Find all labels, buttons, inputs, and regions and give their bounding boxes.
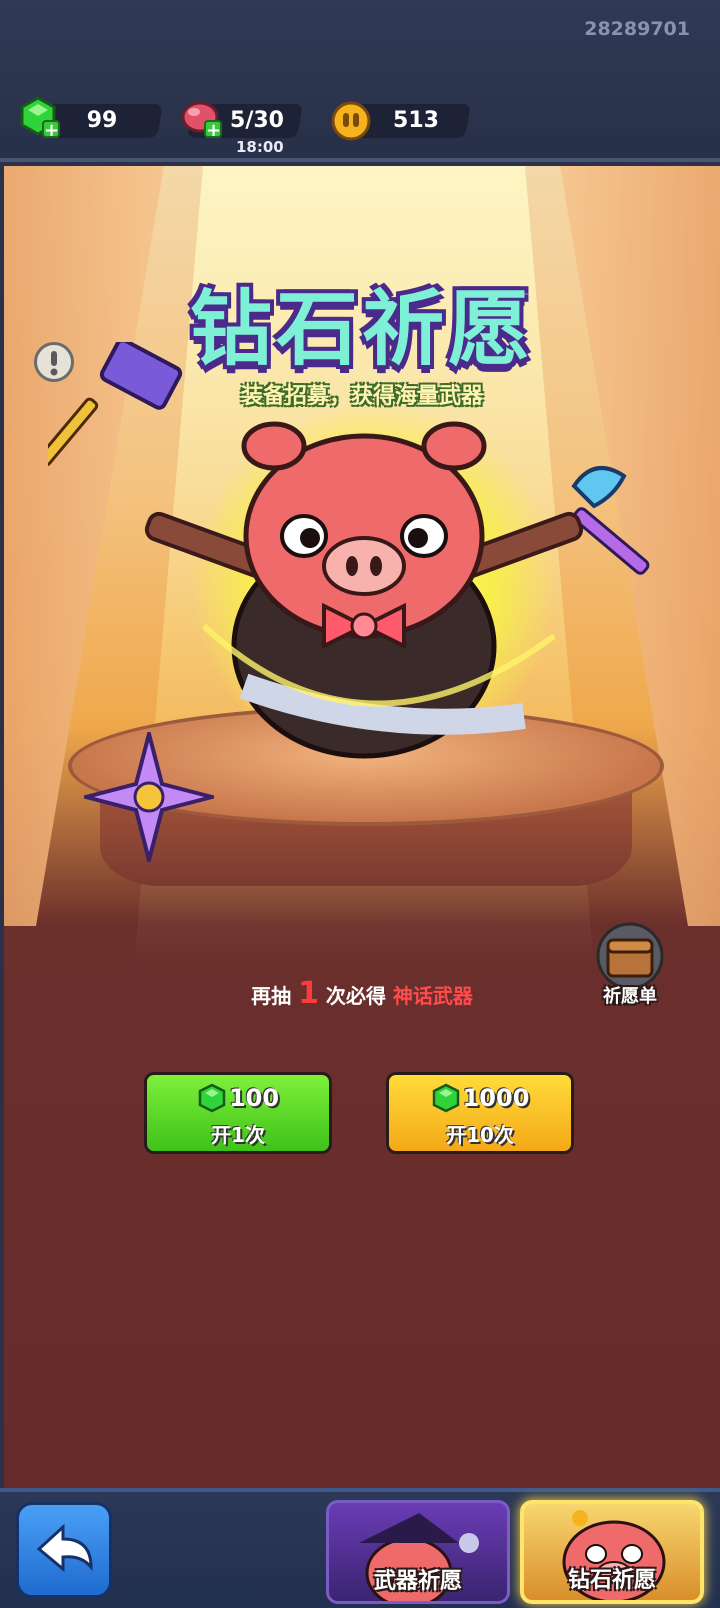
top-bar: 28289701 + 99 + 5/30 18:00 513 bbox=[0, 0, 720, 162]
draw-1-label: 开1次 bbox=[211, 1123, 265, 1147]
pity-prefix: 再抽 bbox=[251, 984, 292, 1008]
add-gems-icon[interactable]: + bbox=[42, 120, 60, 140]
pity-hint: 再抽 1 次必得 神话武器 bbox=[4, 976, 720, 1011]
tab-diamond-wish-label: 钻石祈愿 bbox=[567, 1568, 656, 1593]
draw-1-button[interactable]: 100 开1次 bbox=[144, 1072, 332, 1154]
coin-count: 513 bbox=[393, 108, 439, 133]
tab-weapon-wish[interactable]: 武器祈愿 bbox=[326, 1500, 510, 1604]
banner-subtitle: 装备招募，获得海量武器 bbox=[240, 384, 483, 409]
tab-diamond-wish[interactable]: 钻石祈愿 bbox=[520, 1500, 704, 1604]
draw-10-label: 开10次 bbox=[446, 1123, 514, 1147]
banner-title: 钻石祈愿 bbox=[189, 282, 534, 377]
bottom-nav: 武器祈愿 钻石祈愿 bbox=[0, 1488, 720, 1608]
back-button[interactable] bbox=[16, 1502, 112, 1598]
gold-coin-icon[interactable] bbox=[330, 100, 372, 142]
user-id: 28289701 bbox=[584, 18, 690, 40]
green-gem-icon bbox=[432, 1083, 459, 1113]
draw-1-cost: 100 bbox=[228, 1084, 280, 1112]
gem-count: 99 bbox=[86, 108, 118, 133]
add-stamina-icon[interactable]: + bbox=[204, 120, 222, 140]
draw-10-cost: 1000 bbox=[462, 1084, 530, 1112]
pity-count: 1 bbox=[298, 976, 319, 1011]
draw-10-button[interactable]: 1000 开10次 bbox=[386, 1072, 574, 1154]
pity-middle: 次必得 bbox=[325, 984, 386, 1008]
stamina-timer: 18:00 bbox=[236, 138, 284, 156]
pig-warrior-mascot bbox=[144, 421, 584, 759]
stamina-count: 5/30 bbox=[230, 108, 284, 133]
banner-stage: 钻石祈愿 装备招募，获得海量武器 祈愿单 再抽 1 次必得 神话武器 100 开… bbox=[4, 166, 720, 1488]
pity-reward: 神话武器 bbox=[392, 984, 473, 1008]
tab-weapon-wish-label: 武器祈愿 bbox=[373, 1569, 462, 1594]
back-arrow-icon bbox=[36, 1523, 93, 1573]
green-gem-icon bbox=[198, 1083, 226, 1113]
